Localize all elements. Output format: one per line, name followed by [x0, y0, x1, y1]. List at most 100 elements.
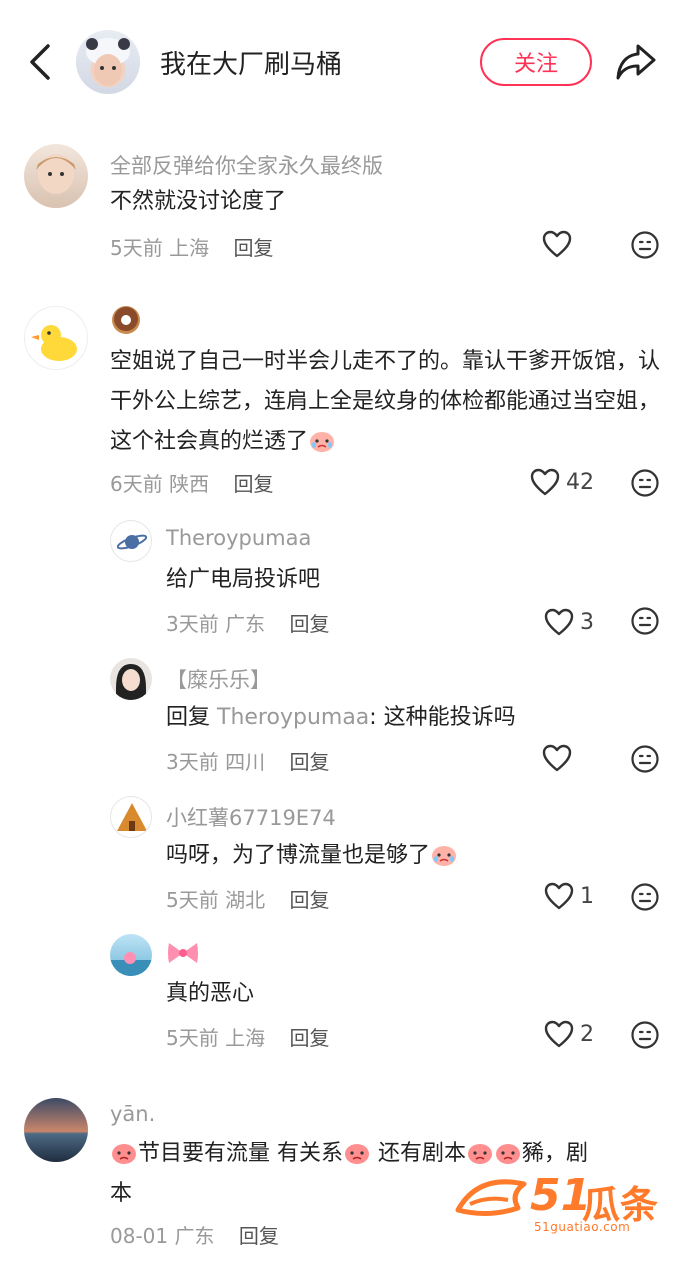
commenter-avatar[interactable] — [110, 658, 152, 700]
author-name[interactable]: 我在大厂刷马桶 — [160, 44, 342, 81]
commenter-avatar[interactable] — [110, 520, 152, 562]
commenter-avatar[interactable] — [24, 306, 88, 370]
commenter-name[interactable]: yān. — [110, 1102, 155, 1126]
neutral-face-icon[interactable] — [630, 882, 660, 912]
comment-time: 6天前 — [110, 472, 163, 496]
like-button[interactable]: 3 — [544, 608, 594, 636]
bow-emoji-icon — [168, 943, 198, 963]
commenter-avatar[interactable] — [110, 934, 152, 976]
comment-meta: 5天前 湖北 回复 — [166, 884, 329, 913]
comment-text: 空姐说了自己一时半会儿走不了的。靠认干爹开饭馆，认干外公上综艺，连肩上全是纹身的… — [110, 342, 662, 462]
comment-location: 陕西 — [169, 472, 210, 496]
top-bar: 我在大厂刷马桶 关注 — [0, 0, 682, 124]
reply-item: 【糜乐乐】 回复 Theroypumaa: 这种能投诉吗 3天前 四川 回复 — [0, 656, 682, 786]
reply-item: 真的恶心 5天前 上海 回复 2 — [0, 932, 682, 1062]
comment-text-part: 节目要有流量 有关系 — [138, 1141, 343, 1166]
follow-button[interactable]: 关注 — [480, 38, 592, 86]
reply-button[interactable]: 回复 — [289, 1026, 329, 1050]
crying-face-emoji-icon — [468, 1144, 492, 1164]
comment-meta: 5天前 上海 回复 — [110, 232, 273, 261]
reply-item: 小红薯67719E74 吗呀，为了博流量也是够了 5天前 湖北 回复 1 — [0, 794, 682, 924]
comment-meta: 5天前 上海 回复 — [166, 1022, 329, 1051]
comment-location: 上海 — [225, 1026, 266, 1050]
like-button[interactable] — [542, 230, 572, 258]
heart-outline-icon — [530, 468, 560, 496]
commenter-avatar[interactable] — [110, 796, 152, 838]
reply-target-name[interactable]: Theroypumaa — [217, 705, 369, 730]
comment-text-part: 豨，剧 — [522, 1141, 589, 1166]
comment-text-content: 空姐说了自己一时半会儿走不了的。靠认干爹开饭馆，认干外公上综艺，连肩上全是纹身的… — [110, 349, 661, 454]
comment-location: 广东 — [225, 612, 266, 636]
reply-button[interactable]: 回复 — [289, 750, 329, 774]
like-count: 3 — [580, 609, 594, 635]
neutral-face-icon[interactable] — [630, 744, 660, 774]
comment-time: 3天前 — [166, 612, 219, 636]
neutral-face-icon[interactable] — [630, 230, 660, 260]
watermark-logo: 51 瓜条 51guatiao.com — [448, 1168, 668, 1240]
comment-text-part: 本 — [110, 1181, 133, 1206]
author-avatar[interactable] — [76, 30, 140, 94]
crying-face-emoji-icon — [310, 432, 335, 452]
comment-time: 3天前 — [166, 750, 219, 774]
comment-location: 广东 — [174, 1224, 215, 1248]
comment-item: 空姐说了自己一时半会儿走不了的。靠认干爹开饭馆，认干外公上综艺，连肩上全是纹身的… — [0, 296, 682, 506]
like-count: 42 — [566, 469, 594, 495]
reply-prefix: 回复 — [166, 705, 211, 730]
comment-time: 5天前 — [166, 888, 219, 912]
comment-text-content: : 这种能投诉吗 — [369, 705, 516, 730]
donut-emoji-icon — [112, 306, 140, 334]
reply-item: Theroypumaa 给广电局投诉吧 3天前 广东 回复 3 — [0, 518, 682, 648]
like-button[interactable]: 1 — [544, 882, 594, 910]
like-button[interactable]: 2 — [544, 1020, 594, 1048]
neutral-face-icon[interactable] — [630, 606, 660, 636]
reply-button[interactable]: 回复 — [233, 236, 273, 260]
heart-outline-icon — [544, 882, 574, 910]
reply-button[interactable]: 回复 — [233, 472, 273, 496]
comment-text-part: 还有剧本 — [371, 1141, 466, 1166]
reply-button[interactable]: 回复 — [239, 1224, 279, 1248]
like-count: 2 — [580, 1021, 594, 1047]
comment-text-content: 吗呀，为了博流量也是够了 — [166, 843, 431, 868]
comment-meta: 08-01 广东 回复 — [110, 1220, 279, 1249]
comment-location: 湖北 — [225, 888, 266, 912]
back-chevron-icon[interactable] — [22, 40, 56, 84]
neutral-face-icon[interactable] — [630, 1020, 660, 1050]
commenter-name[interactable]: 【糜乐乐】 — [166, 664, 271, 694]
comment-location: 四川 — [225, 750, 266, 774]
comment-meta: 6天前 陕西 回复 — [110, 468, 273, 497]
commenter-avatar[interactable] — [24, 1098, 88, 1162]
commenter-name[interactable]: 全部反弹给你全家永久最终版 — [110, 150, 383, 180]
comment-meta: 3天前 广东 回复 — [166, 608, 329, 637]
comment-location: 上海 — [169, 236, 210, 260]
like-button[interactable]: 42 — [530, 468, 594, 496]
like-button[interactable] — [542, 744, 572, 772]
share-arrow-icon[interactable] — [614, 40, 658, 82]
comment-time: 5天前 — [166, 1026, 219, 1050]
like-count: 1 — [580, 883, 594, 909]
crying-face-emoji-icon — [496, 1144, 520, 1164]
commenter-avatar[interactable] — [24, 144, 88, 208]
neutral-face-icon[interactable] — [630, 468, 660, 498]
heart-outline-icon — [542, 230, 572, 258]
reply-button[interactable]: 回复 — [289, 612, 329, 636]
comment-text: 给广电局投诉吧 — [166, 567, 321, 592]
crying-face-emoji-icon — [432, 846, 457, 866]
reply-button[interactable]: 回复 — [289, 888, 329, 912]
crying-face-emoji-icon — [112, 1144, 136, 1164]
heart-outline-icon — [542, 744, 572, 772]
comment-item: 全部反弹给你全家永久最终版 不然就没讨论度了 5天前 上海 回复 — [0, 140, 682, 270]
comment-text: 吗呀，为了博流量也是够了 — [166, 836, 458, 876]
heart-outline-icon — [544, 1020, 574, 1048]
watermark-url: 51guatiao.com — [534, 1220, 631, 1234]
comment-time: 5天前 — [110, 236, 163, 260]
comment-text: 不然就没讨论度了 — [110, 189, 287, 214]
crying-face-emoji-icon — [345, 1144, 369, 1164]
comment-time: 08-01 — [110, 1224, 169, 1248]
comment-text: 回复 Theroypumaa: 这种能投诉吗 — [166, 698, 516, 738]
heart-outline-icon — [544, 608, 574, 636]
commenter-name[interactable]: Theroypumaa — [166, 526, 311, 550]
comment-meta: 3天前 四川 回复 — [166, 746, 329, 775]
commenter-name[interactable]: 小红薯67719E74 — [166, 802, 336, 832]
fish-logo-icon — [455, 1179, 527, 1216]
comment-text: 真的恶心 — [166, 981, 255, 1006]
